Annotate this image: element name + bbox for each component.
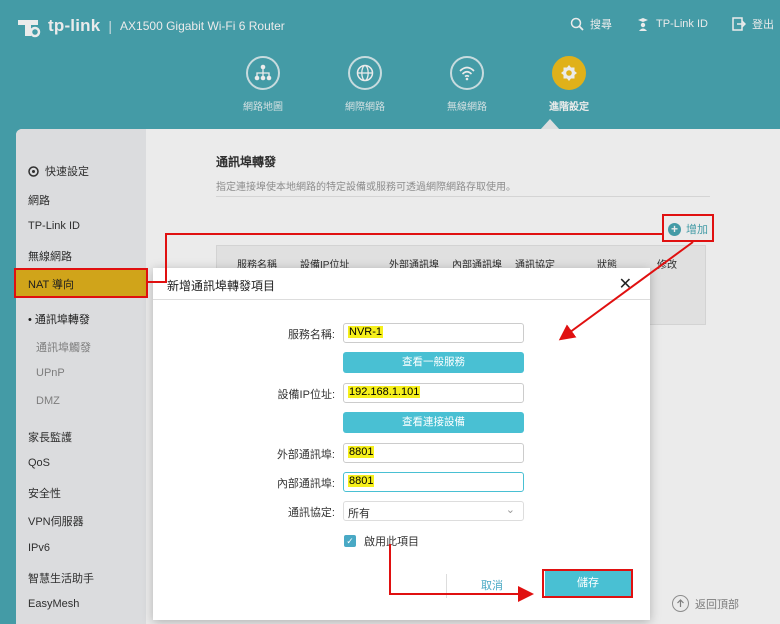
footer-divider bbox=[446, 574, 447, 598]
device-ip-field[interactable]: 192.168.1.101 bbox=[343, 383, 524, 403]
device-ip-label: 設備IP位址: bbox=[277, 389, 335, 401]
annotation-box-nat bbox=[14, 268, 148, 298]
external-port-label: 外部通訊埠: bbox=[276, 449, 335, 461]
protocol-label: 通訊協定: bbox=[287, 507, 335, 519]
external-port-value: 8801 bbox=[348, 446, 375, 458]
service-name-label: 服務名稱: bbox=[287, 329, 335, 341]
service-name-field[interactable]: NVR-1 bbox=[343, 323, 524, 343]
internal-port-value: 8801 bbox=[348, 475, 375, 487]
modal-header: 新增通訊埠轉發項目 ✕ bbox=[153, 268, 650, 300]
internal-port-field[interactable]: 8801 bbox=[343, 472, 524, 492]
annotation-box-add bbox=[662, 214, 714, 242]
enable-entry-label: 啟用此項目 bbox=[364, 536, 419, 548]
view-connected-devices-button[interactable]: 查看連接設備 bbox=[343, 412, 524, 433]
service-name-value: NVR-1 bbox=[348, 326, 384, 338]
external-port-field[interactable]: 8801 bbox=[343, 443, 524, 463]
enable-checkbox[interactable]: ✓ bbox=[344, 535, 356, 547]
enable-entry-row[interactable]: ✓ 啟用此項目 bbox=[344, 533, 419, 549]
cancel-button[interactable]: 取消 bbox=[451, 574, 533, 598]
internal-port-label: 內部通訊埠: bbox=[276, 478, 335, 490]
chevron-down-icon: ⌄ bbox=[505, 504, 515, 516]
protocol-value: 所有 bbox=[348, 508, 370, 520]
modal-title: 新增通訊埠轉發項目 bbox=[167, 279, 276, 293]
annotation-box-save bbox=[542, 569, 633, 598]
close-icon[interactable]: ✕ bbox=[619, 274, 632, 294]
view-common-services-button[interactable]: 查看一般服務 bbox=[343, 352, 524, 373]
device-ip-value: 192.168.1.101 bbox=[348, 386, 421, 398]
add-port-forwarding-modal: 新增通訊埠轉發項目 ✕ 服務名稱: NVR-1 查看一般服務 設備IP位址: 1… bbox=[153, 268, 650, 620]
protocol-select[interactable]: 所有 ⌄ bbox=[343, 501, 524, 521]
